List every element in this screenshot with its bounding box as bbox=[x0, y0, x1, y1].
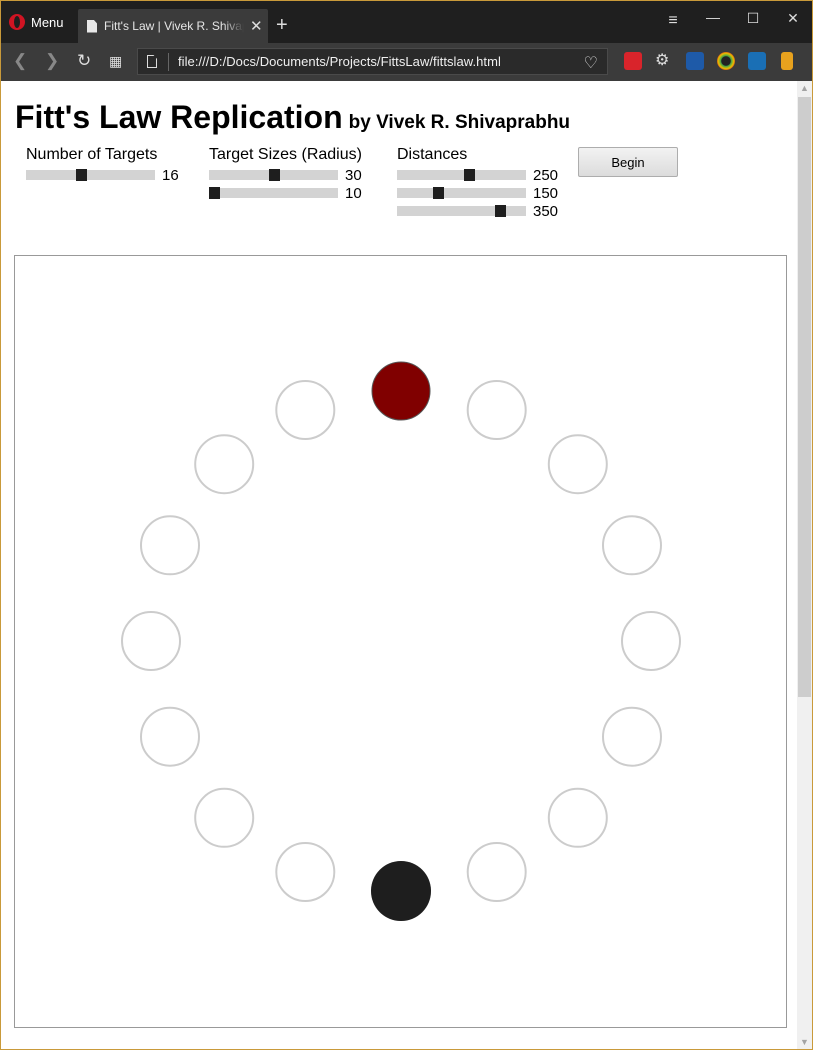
target-circle[interactable] bbox=[547, 787, 608, 848]
target-circle[interactable] bbox=[121, 611, 181, 671]
distances-control: Distances 250 150 350 bbox=[397, 146, 558, 220]
distances-label: Distances bbox=[397, 146, 468, 163]
cursor-dot bbox=[371, 861, 431, 921]
vertical-scrollbar[interactable]: ▲ ▼ bbox=[797, 81, 812, 1049]
bookmark-heart-icon[interactable]: ♡ bbox=[584, 53, 598, 73]
target-circle[interactable] bbox=[602, 706, 662, 767]
num-targets-label: Number of Targets bbox=[26, 146, 158, 163]
target-circle[interactable] bbox=[466, 842, 527, 902]
url-field[interactable]: file:///D:/Docs/Documents/Projects/Fitts… bbox=[137, 48, 608, 75]
target-size-value-2: 10 bbox=[345, 184, 362, 202]
target-sizes-control: Target Sizes (Radius) 30 10 bbox=[209, 146, 362, 202]
targets-ring bbox=[121, 361, 681, 921]
active-target[interactable] bbox=[371, 361, 431, 421]
slider-thumb[interactable] bbox=[268, 169, 280, 181]
target-circle[interactable] bbox=[275, 380, 336, 440]
target-circle[interactable] bbox=[140, 706, 200, 767]
target-circle[interactable] bbox=[621, 611, 681, 671]
distance-slider-1[interactable] bbox=[397, 169, 526, 181]
browser-window: Menu Fitt's Law | Vivek R. Shivaprabhu ✕… bbox=[0, 0, 813, 1050]
file-icon bbox=[147, 55, 157, 68]
menu-label: Menu bbox=[31, 14, 64, 30]
slider-thumb[interactable] bbox=[209, 187, 220, 199]
page-title: Fitt's Law Replication by Vivek R. Shivap… bbox=[15, 99, 571, 135]
slider-thumb[interactable] bbox=[75, 169, 87, 181]
target-circle[interactable] bbox=[194, 434, 255, 495]
begin-button[interactable]: Begin bbox=[578, 147, 678, 177]
close-tab-icon[interactable]: ✕ bbox=[250, 19, 263, 34]
target-circle[interactable] bbox=[140, 515, 200, 576]
active-tab[interactable]: Fitt's Law | Vivek R. Shivaprabhu ✕ bbox=[78, 9, 268, 43]
s-extension-icon[interactable] bbox=[748, 52, 766, 70]
forward-icon[interactable]: ❯ bbox=[45, 52, 59, 69]
slider-thumb[interactable] bbox=[494, 205, 506, 217]
distance-value-2: 150 bbox=[533, 184, 559, 202]
target-circle[interactable] bbox=[194, 787, 255, 848]
password-manager-icon[interactable] bbox=[624, 52, 642, 70]
num-targets-control: Number of Targets 16 bbox=[26, 146, 179, 184]
target-size-slider-1[interactable] bbox=[209, 169, 338, 181]
distance-value-3: 350 bbox=[533, 202, 559, 220]
color-picker-icon[interactable] bbox=[717, 52, 735, 70]
tab-menu-icon[interactable]: ≡ bbox=[663, 13, 683, 29]
scrollbar-thumb[interactable] bbox=[798, 97, 811, 697]
target-size-value-1: 30 bbox=[345, 166, 362, 184]
slider-thumb[interactable] bbox=[463, 169, 475, 181]
target-circle[interactable] bbox=[275, 842, 336, 902]
slider-thumb[interactable] bbox=[432, 187, 444, 199]
num-targets-slider[interactable] bbox=[26, 169, 155, 181]
page-icon bbox=[87, 19, 97, 33]
target-sizes-label: Target Sizes (Radius) bbox=[209, 146, 362, 163]
close-window-icon[interactable]: ✕ bbox=[783, 11, 803, 25]
target-circle[interactable] bbox=[547, 434, 608, 495]
byline: by Vivek R. Shivaprabhu bbox=[348, 112, 571, 133]
reload-icon[interactable]: ↻ bbox=[77, 52, 91, 69]
tab-strip: Menu Fitt's Law | Vivek R. Shivaprabhu ✕… bbox=[1, 1, 812, 43]
scroll-up-icon[interactable]: ▲ bbox=[797, 81, 812, 95]
distance-slider-2[interactable] bbox=[397, 187, 526, 199]
settings-gear-icon[interactable]: ⚙ bbox=[655, 50, 673, 69]
experiment-canvas[interactable] bbox=[14, 255, 787, 1028]
distance-value-1: 250 bbox=[533, 166, 559, 184]
target-size-slider-2[interactable] bbox=[209, 187, 338, 199]
tab-title: Fitt's Law | Vivek R. Shivaprabhu bbox=[104, 19, 244, 33]
scroll-down-icon[interactable]: ▼ bbox=[797, 1035, 812, 1049]
opera-logo-icon bbox=[9, 14, 25, 30]
num-targets-value: 16 bbox=[162, 166, 179, 184]
extension-icon[interactable] bbox=[686, 52, 704, 70]
minimize-icon[interactable]: — bbox=[703, 10, 723, 24]
back-icon[interactable]: ❮ bbox=[13, 52, 27, 69]
target-circle[interactable] bbox=[466, 380, 527, 440]
speed-dial-icon[interactable]: ▦ bbox=[109, 54, 122, 68]
page-viewport: Fitt's Law Replication by Vivek R. Shivap… bbox=[1, 81, 797, 1049]
url-text: file:///D:/Docs/Documents/Projects/Fitts… bbox=[178, 54, 501, 69]
address-bar: ❮ ❯ ↻ ▦ file:///D:/Docs/Documents/Projec… bbox=[1, 43, 812, 81]
maximize-icon[interactable]: ☐ bbox=[743, 11, 763, 25]
new-tab-icon[interactable]: + bbox=[276, 15, 288, 35]
target-circle[interactable] bbox=[602, 515, 662, 576]
distance-slider-3[interactable] bbox=[397, 205, 526, 217]
opera-menu-button[interactable]: Menu bbox=[9, 11, 64, 33]
notes-extension-icon[interactable] bbox=[781, 52, 793, 70]
